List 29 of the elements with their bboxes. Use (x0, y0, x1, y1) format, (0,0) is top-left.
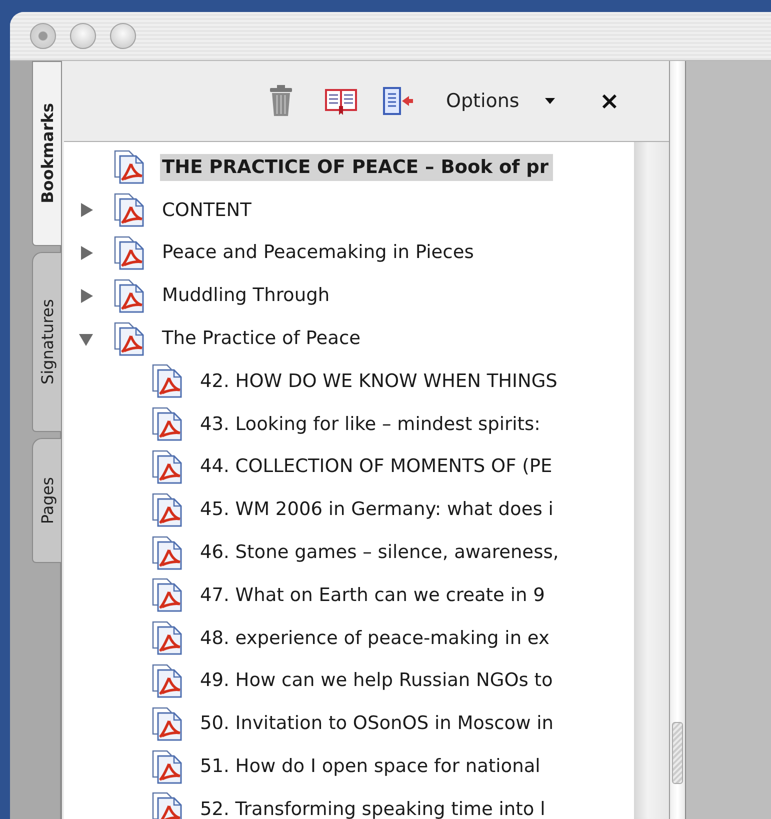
bookmark-item[interactable]: CONTENT (160, 196, 256, 224)
bookmark-book-icon[interactable] (324, 86, 358, 116)
side-tab[interactable]: Pages (32, 438, 61, 563)
bookmark-item[interactable]: Peace and Peacemaking in Pieces (160, 239, 478, 266)
bookmark-item[interactable]: 42. HOW DO WE KNOW WHEN THINGS (198, 368, 562, 395)
trash-icon[interactable] (268, 85, 294, 117)
bookmark-item[interactable]: 49. How can we help Russian NGOs to (198, 667, 557, 694)
bookmark-item[interactable]: 43. Looking for like – mindest spirits: (198, 410, 544, 438)
bookmark-item[interactable]: 47. What on Earth can we create in 9 (198, 582, 549, 609)
caret-icon (545, 98, 556, 104)
bookmark-item[interactable]: 46. Stone games – silence, awareness, (198, 539, 563, 566)
page-arrow-icon[interactable] (382, 86, 414, 116)
side-tab[interactable]: Signatures (32, 252, 61, 432)
scrollbar-thumb[interactable] (672, 722, 683, 784)
bookmark-item[interactable]: 52. Transforming speaking time into l (198, 796, 550, 819)
bookmark-item[interactable]: 50. Invitation to OSonOS in Moscow in (198, 710, 558, 738)
bookmark-item[interactable]: THE PRACTICE OF PEACE – Book of pr (160, 154, 553, 181)
close-button[interactable]: × (595, 87, 624, 115)
collapsed-triangle-icon[interactable] (78, 288, 94, 304)
bookmark-item[interactable]: 44. COLLECTION OF MOMENTS OF (PE (198, 453, 556, 480)
options-menu-button[interactable]: Options (440, 90, 562, 112)
bookmark-item[interactable]: Muddling Through (160, 282, 334, 310)
side-tab[interactable]: Bookmarks (32, 61, 61, 246)
bookmark-item[interactable]: The Practice of Peace (160, 325, 365, 352)
bookmark-item[interactable]: 45. WM 2006 in Germany: what does i (198, 496, 558, 524)
bookmark-item[interactable]: 48. experience of peace-making in ex (198, 624, 554, 652)
collapsed-triangle-icon[interactable] (78, 202, 94, 218)
collapsed-triangle-icon[interactable] (78, 244, 94, 261)
bookmark-item[interactable]: 51. How do I open space for national (198, 753, 544, 780)
